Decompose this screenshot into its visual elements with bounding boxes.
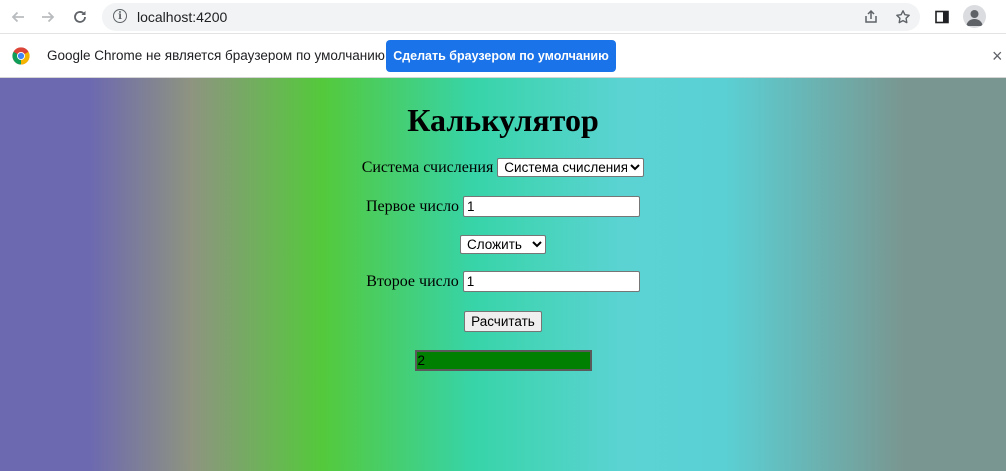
forward-arrow-icon[interactable] (36, 5, 60, 29)
page-title: Калькулятор (407, 102, 599, 138)
numeral-system-select[interactable]: Система счисления (497, 158, 645, 177)
operation-row: Сложить (0, 235, 1006, 254)
side-panel-icon[interactable] (930, 5, 954, 29)
star-icon[interactable] (894, 8, 912, 26)
profile-avatar-icon[interactable] (963, 5, 986, 28)
url-text[interactable]: localhost:4200 (137, 9, 227, 25)
page-content: Калькулятор Система счисления Система сч… (0, 78, 1006, 471)
numeral-system-row: Система счисления Система счисления (0, 158, 1006, 177)
second-number-row: Второе число (0, 271, 1006, 292)
second-number-label: Второе число (366, 272, 459, 290)
operation-select[interactable]: Сложить (460, 235, 546, 254)
share-icon[interactable] (862, 8, 880, 26)
browser-toolbar: i localhost:4200 (0, 0, 1006, 34)
set-default-browser-button[interactable]: Сделать браузером по умолчанию (386, 40, 616, 72)
first-number-label: Первое число (365, 197, 460, 215)
address-bar[interactable]: i localhost:4200 (102, 3, 920, 31)
first-number-input[interactable] (463, 196, 641, 217)
back-arrow-icon[interactable] (6, 5, 30, 29)
calculate-button[interactable]: Расчитать (464, 311, 542, 332)
calculate-row: Расчитать (0, 311, 1006, 332)
result-row: 2 (0, 350, 1006, 371)
reload-icon[interactable] (68, 5, 92, 29)
chrome-logo-icon (12, 47, 30, 65)
second-number-input[interactable] (462, 271, 640, 292)
first-number-row: Первое число (0, 196, 1006, 217)
info-icon[interactable]: i (113, 9, 127, 23)
result-output: 2 (414, 350, 592, 371)
numeral-system-label: Система счисления (361, 158, 494, 176)
infobar-message: Google Chrome не является браузером по у… (47, 48, 389, 63)
close-icon[interactable]: × (992, 46, 1003, 67)
default-browser-infobar: Google Chrome не является браузером по у… (0, 34, 1006, 78)
